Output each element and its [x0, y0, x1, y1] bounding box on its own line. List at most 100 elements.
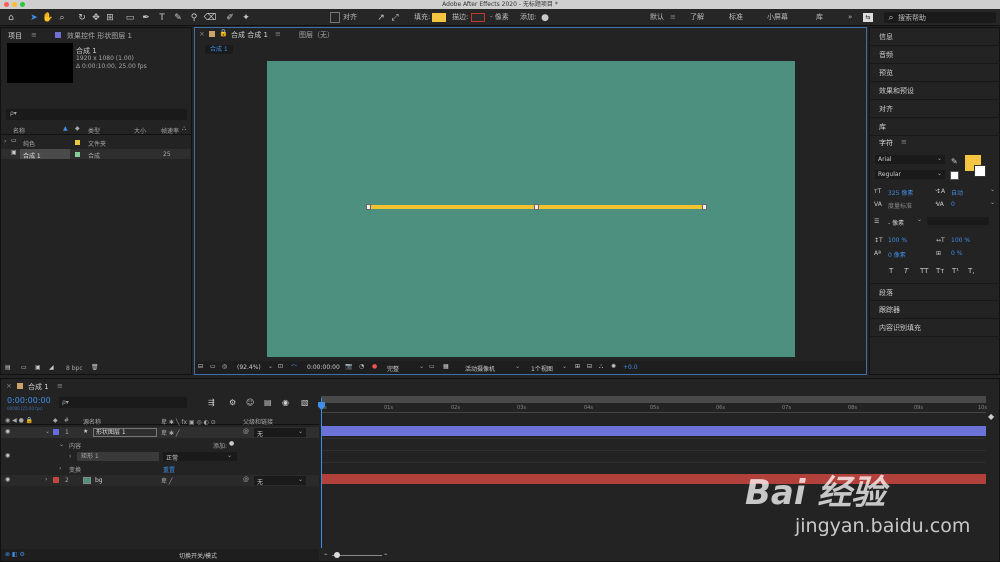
font-style-select[interactable]: Regular ⌄ [875, 170, 945, 179]
new-comp-icon[interactable]: ▣ [35, 364, 41, 371]
project-menu-icon[interactable]: ≡ [31, 31, 37, 39]
zoom-select[interactable]: (92.4%) [237, 364, 261, 371]
clone-stamp-icon[interactable]: ⚲ [188, 12, 200, 23]
hand-tool-icon[interactable]: ✋ [42, 12, 54, 23]
expand-arrow-icon[interactable]: › [69, 453, 71, 460]
grid-icon[interactable]: ⊡ [278, 363, 283, 370]
add-menu-icon[interactable]: ● [540, 12, 550, 23]
rotate-tool-icon[interactable]: ↻ [76, 12, 88, 23]
comp-flowchart-icon[interactable]: ⛬ [599, 363, 603, 371]
zoom-tool-icon[interactable]: ⌕ [56, 12, 68, 23]
panel-effects-presets[interactable]: 效果和预设 [870, 82, 1000, 100]
eraser-tool-icon[interactable]: ⌫ [204, 12, 217, 23]
baseline-shift-value[interactable]: 0 像素 [888, 250, 906, 259]
stroke-color-swatch[interactable] [471, 13, 485, 22]
zoom-in-icon[interactable]: ⌁ [384, 551, 388, 558]
layer-name[interactable]: bg [95, 477, 103, 484]
reset-transform-link[interactable]: 重置 [163, 465, 175, 474]
lock-icon[interactable]: 🔒 [219, 29, 228, 37]
layer-row[interactable]: ◉ › 2 bg 卑 ╱ @ 无 ⌄ [1, 475, 319, 486]
timeline-icon[interactable]: ⊟ [587, 363, 592, 370]
panel-libraries[interactable]: 库 [870, 118, 1000, 136]
character-stroke-swatch[interactable] [974, 165, 986, 177]
list-item[interactable]: › ▭ 纯色 文件夹 [1, 137, 191, 148]
close-tab-icon[interactable]: × [199, 30, 205, 38]
camera-select[interactable]: 活动摄像机 [465, 364, 495, 373]
puppet-tool-icon[interactable]: ✦ [240, 12, 252, 23]
subscript-button[interactable]: T, [968, 267, 975, 275]
av-features-icon[interactable]: ◉ ◀ ● 🔒 [5, 417, 33, 424]
font-size-value[interactable]: 325 像素 [888, 188, 913, 197]
parent-link-header[interactable]: 父级和链接 [243, 417, 273, 426]
comp-mini-flowchart-icon[interactable]: ⇶ [208, 398, 215, 407]
workspace-libraries[interactable]: 库 [816, 12, 823, 23]
graph-editor-icon[interactable]: ▧ [301, 398, 309, 407]
shy-layers-icon[interactable]: ☺ [246, 398, 254, 407]
motion-blur-icon[interactable]: ◉ [282, 398, 289, 407]
parent-select[interactable]: 无 ⌄ [254, 476, 306, 486]
stroke-style-select[interactable] [927, 217, 989, 225]
pickwhip-icon[interactable]: @ [243, 428, 249, 435]
all-caps-button[interactable]: TT [920, 267, 928, 275]
fill-color-swatch[interactable] [432, 13, 446, 22]
glasses-icon[interactable]: ◎ [222, 363, 227, 370]
layer-1-duration-bar[interactable] [321, 426, 986, 436]
expand-arrow-icon[interactable]: › [45, 476, 47, 483]
snap-options-icon[interactable]: ⤢ [389, 12, 401, 23]
horizontal-scale-value[interactable]: 100 % [951, 237, 970, 244]
close-tab-icon[interactable]: × [6, 382, 12, 390]
layer-name[interactable]: 形状图层 1 [93, 428, 157, 437]
path-handle-right[interactable] [702, 204, 707, 210]
column-fps[interactable]: 帧速率 [161, 126, 179, 135]
layer-row[interactable]: ◉ ⌄ 1 ★ 形状图层 1 卑 ✱ ╱ @ 无 ⌄ [1, 427, 319, 438]
expand-arrow-icon[interactable]: ⌄ [45, 428, 50, 435]
panel-preview[interactable]: 预览 [870, 64, 1000, 82]
parent-select[interactable]: 无 ⌄ [254, 428, 306, 438]
trash-icon[interactable]: 🗑 [91, 364, 99, 371]
workspace-small-screen[interactable]: 小屏幕 [767, 12, 788, 23]
superscript-button[interactable]: T¹ [952, 267, 959, 275]
zoom-out-icon[interactable]: ⌁ [324, 551, 328, 558]
workspace-menu-icon[interactable]: ≡ [670, 12, 676, 23]
panel-audio[interactable]: 音频 [870, 46, 1000, 64]
chevron-down-icon[interactable]: ⌄ [515, 363, 520, 370]
brush-tool-icon[interactable]: ✎ [172, 12, 184, 23]
source-name-header[interactable]: 源名称 [83, 417, 101, 426]
sync-settings-icon[interactable]: ⇆ [863, 13, 873, 22]
layer-label-color[interactable] [53, 477, 59, 483]
expand-layer-switches-icon[interactable]: ⊗ ◧ ⚙ [5, 551, 25, 558]
add-content-icon[interactable]: ● [229, 440, 234, 447]
eyedropper-icon[interactable]: ✎ [951, 157, 958, 166]
visibility-eye-icon[interactable]: ◉ [5, 452, 10, 459]
toggle-switches-modes-button[interactable]: 切换开关/模式 [179, 551, 217, 560]
property-row-contents[interactable]: ⌄ 内容 添加: ● [1, 439, 319, 450]
timeline-menu-icon[interactable]: ≡ [57, 382, 63, 390]
frame-blending-icon[interactable]: ▤ [264, 398, 272, 407]
pen-tool-icon[interactable]: ✒ [140, 12, 152, 23]
rectangle-tool-icon[interactable]: ▭ [124, 12, 136, 23]
align-checkbox[interactable] [330, 12, 340, 23]
tab-effect-controls[interactable]: 效果控件 形状图层 1 [67, 31, 132, 41]
tracking-value[interactable]: 0 [951, 201, 955, 208]
column-type[interactable]: 类型 [88, 126, 100, 135]
chevron-down-icon[interactable]: ⌄ [990, 199, 995, 206]
display-icon[interactable]: ▭ [210, 363, 216, 370]
faux-italic-button[interactable]: T [904, 267, 908, 275]
reset-exposure-icon[interactable]: ✺ [611, 363, 616, 370]
render-queue-icon[interactable]: ◢ [49, 364, 54, 371]
comp-viewer[interactable] [267, 61, 795, 357]
faux-bold-button[interactable]: T [889, 267, 893, 275]
work-area-bar[interactable] [321, 396, 986, 403]
black-white-swatch[interactable] [950, 171, 959, 180]
character-menu-icon[interactable]: ≡ [901, 138, 907, 146]
character-panel-title[interactable]: 字符 [879, 138, 893, 148]
views-select[interactable]: 1个视图 [531, 364, 553, 373]
visibility-eye-icon[interactable]: ◉ [5, 428, 10, 435]
help-search-box[interactable]: ⌕ 搜索帮助 [884, 12, 996, 23]
close-window-button[interactable] [4, 2, 9, 7]
comp-breadcrumb[interactable]: 合成 1 [205, 45, 233, 54]
timeline-timecode[interactable]: 0:00:00:00 [7, 396, 51, 405]
resolution-select[interactable]: 完整 [387, 364, 399, 373]
tab-project[interactable]: 项目 [8, 31, 22, 41]
channel-icon[interactable]: ● [372, 363, 377, 370]
